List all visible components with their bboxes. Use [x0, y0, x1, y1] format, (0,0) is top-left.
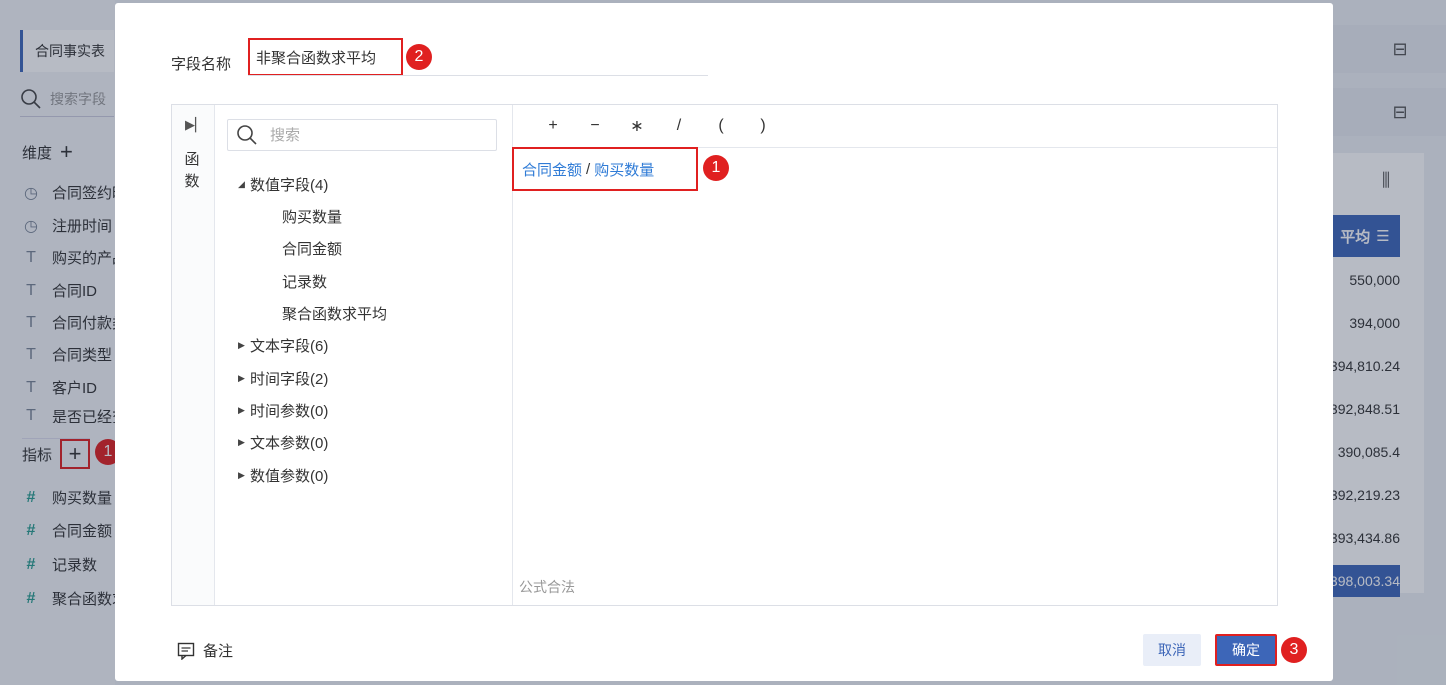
caret-right-icon[interactable]: ▶	[238, 470, 248, 481]
caret-down-icon[interactable]: ◢	[238, 179, 248, 190]
tree-leaf-field[interactable]: 合同金额	[282, 238, 342, 259]
tree-group-text-param[interactable]: ▶ 文本参数(0)	[238, 432, 328, 453]
formula-input[interactable]: 合同金额 / 购买数量	[512, 147, 698, 191]
function-tab-label: 函数	[184, 151, 200, 190]
tree-group-time[interactable]: ▶ 时间字段(2)	[238, 368, 328, 389]
operator-divide-button[interactable]: /	[658, 117, 700, 135]
calculated-field-dialog: 字段名称 非聚合函数求平均 2 ▶▏ 函数 ◢数值字段(4) 购买数量 合同金额…	[115, 3, 1333, 681]
tree-group-label: 文本字段(6)	[250, 338, 329, 355]
field-name-input[interactable]: 非聚合函数求平均	[248, 38, 403, 76]
tree-leaf-field[interactable]: 购买数量	[282, 206, 342, 227]
tree-group-text[interactable]: ▶ 文本字段(6)	[238, 335, 328, 356]
tree-group-label: 数值字段(4)	[250, 177, 329, 194]
tree-group-label: 时间参数(0)	[250, 403, 329, 420]
tree-group-numeric[interactable]: ◢ 数值字段(4)	[238, 174, 328, 195]
step-badge-formula: 1	[703, 155, 729, 181]
tree-leaf-field[interactable]: 记录数	[282, 271, 327, 292]
field-list-panel: ◢数值字段(4) 购买数量 合同金额 记录数 聚合函数求平均 ▶文本字段(6) …	[214, 105, 513, 605]
caret-right-icon[interactable]: ▶	[238, 340, 248, 351]
tree-group-numeric-param[interactable]: ▶ 数值参数(0)	[238, 465, 328, 486]
field-name-underline	[248, 75, 708, 76]
tree-group-time-param[interactable]: ▶ 时间参数(0)	[238, 400, 328, 421]
cancel-button[interactable]: 取消	[1143, 634, 1201, 666]
tree-group-label: 数值参数(0)	[250, 468, 329, 485]
tree-group-label: 时间字段(2)	[250, 371, 329, 388]
operator-lparen-button[interactable]: (	[700, 117, 742, 135]
formula-field-token[interactable]: 购买数量	[594, 159, 654, 180]
formula-validity-status: 公式合法	[519, 579, 575, 595]
comment-icon	[177, 642, 195, 660]
tree-leaf-field[interactable]: 聚合函数求平均	[282, 303, 387, 324]
field-list-search[interactable]	[227, 119, 497, 151]
formula-operator: /	[586, 160, 591, 178]
formula-panel: + − ∗ / ( ) 合同金额 / 购买数量 1 公式合法	[512, 105, 1277, 605]
remark-label: 备注	[203, 643, 234, 660]
confirm-button[interactable]: 确定	[1215, 634, 1277, 666]
search-input[interactable]	[268, 125, 472, 145]
search-icon	[237, 125, 257, 145]
operator-plus-button[interactable]: +	[532, 117, 574, 135]
remark-button[interactable]: 备注	[177, 640, 233, 661]
operator-toolbar: + − ∗ / ( )	[512, 105, 1277, 148]
operator-rparen-button[interactable]: )	[742, 117, 784, 135]
formula-editor: ▶▏ 函数 ◢数值字段(4) 购买数量 合同金额 记录数 聚合函数求平均 ▶文本…	[171, 104, 1278, 606]
caret-right-icon[interactable]: ▶	[238, 437, 248, 448]
caret-right-icon[interactable]: ▶	[238, 373, 248, 384]
step-badge-confirm: 3	[1281, 637, 1307, 663]
function-tab[interactable]: ▶▏ 函数	[172, 105, 215, 605]
operator-minus-button[interactable]: −	[574, 117, 616, 135]
caret-right-icon[interactable]: ▶	[238, 405, 248, 416]
operator-multiply-button[interactable]: ∗	[616, 116, 658, 136]
field-name-label: 字段名称	[171, 56, 232, 73]
step-badge-field-name: 2	[406, 44, 432, 70]
tree-group-label: 文本参数(0)	[250, 435, 329, 452]
expand-panel-icon[interactable]: ▶▏	[185, 117, 205, 133]
formula-field-token[interactable]: 合同金额	[522, 159, 582, 180]
